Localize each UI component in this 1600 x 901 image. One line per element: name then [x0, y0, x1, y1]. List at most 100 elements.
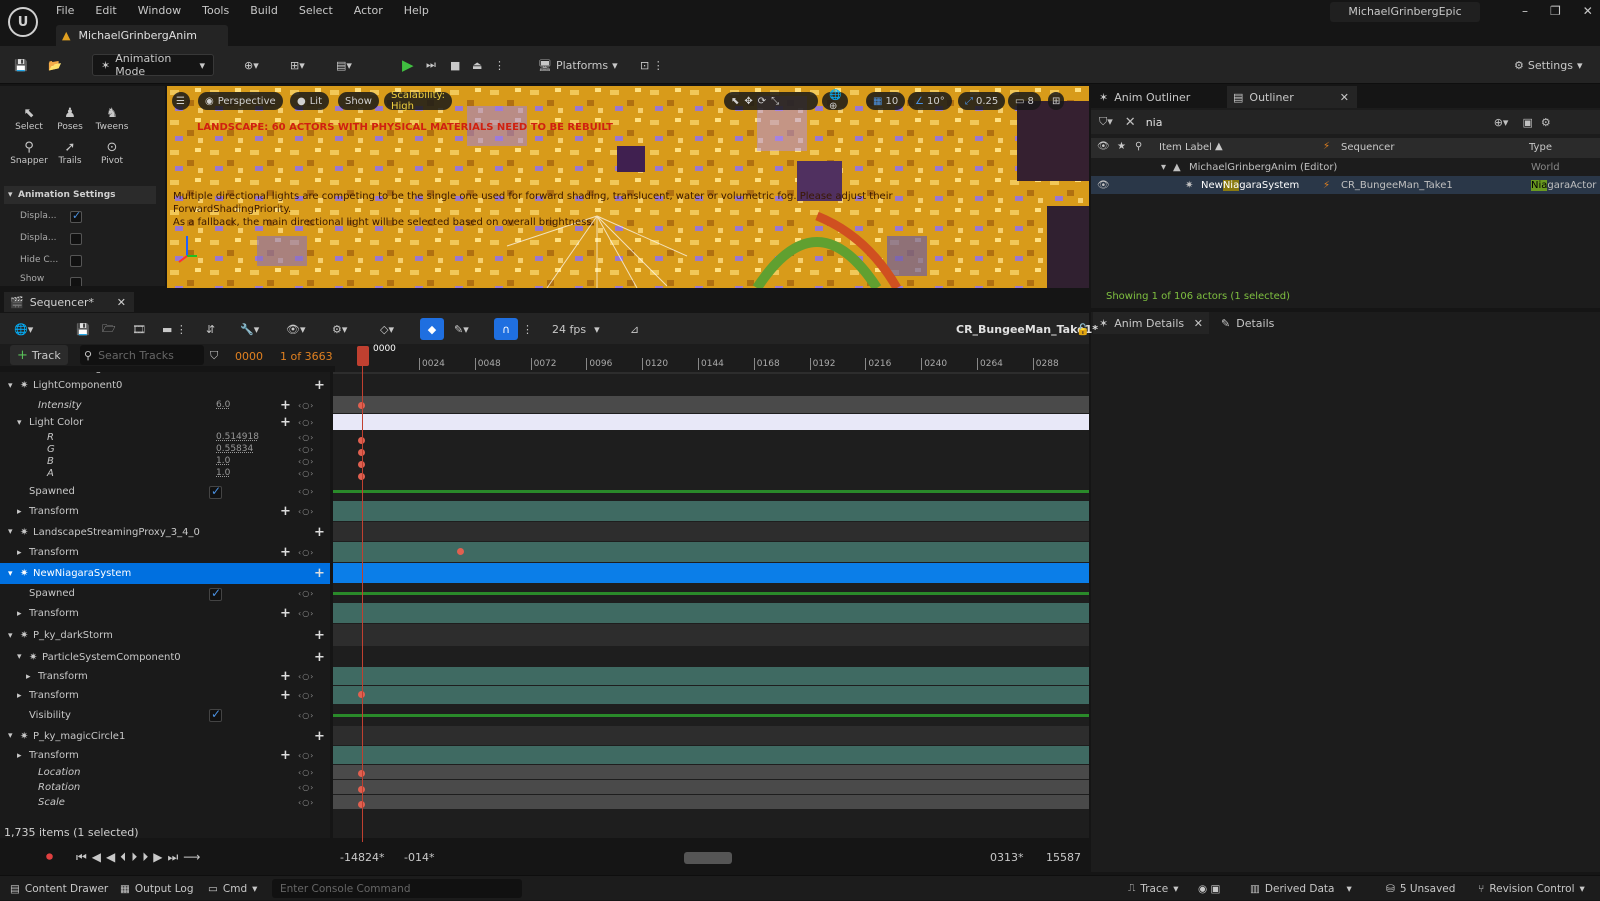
track-lane[interactable] [333, 686, 1089, 704]
timeline-scrollbar[interactable] [684, 852, 732, 864]
output-log-button[interactable]: ▦ Output Log [120, 876, 194, 901]
outliner-row[interactable]: 👁 ✷ NewNiagaraSystem ⚡ CR_BungeeMan_Take… [1091, 176, 1600, 194]
track-row[interactable]: Spawned ‹○› [0, 482, 330, 501]
eye-icon[interactable]: 👁 [1097, 180, 1110, 191]
search-tracks-input[interactable]: Search Tracks [98, 349, 174, 362]
mode-select-button[interactable]: ⬉ Select [9, 106, 49, 132]
range-start[interactable]: -14824* [340, 846, 384, 868]
chevron-right-icon[interactable]: ▸ [17, 507, 22, 517]
add-filter-icon[interactable]: ⊕▾ [1494, 116, 1509, 129]
key-nav-icon[interactable]: ‹○› [298, 548, 314, 557]
key-nav-icon[interactable]: ‹○› [298, 691, 314, 700]
track-lane[interactable] [333, 780, 1089, 794]
track-row[interactable]: ▾ ✷ LightComponent0 + [0, 375, 330, 396]
track-lane[interactable] [333, 431, 1089, 442]
menu-file[interactable]: File [56, 4, 74, 17]
track-row[interactable]: ▾ ✷ ParticleSystemComponent0 + [0, 647, 330, 667]
track-row[interactable]: ▸ Transform + ‹○› [0, 686, 330, 705]
lit-button[interactable]: ● Lit [290, 92, 330, 110]
layout-icon[interactable]: ⊞ [1048, 92, 1065, 110]
browse-icon[interactable]: 📂 [48, 54, 62, 76]
key-interp-icon[interactable]: ◇▾ [380, 318, 394, 340]
render-icon[interactable]: 🎞 [132, 318, 146, 340]
keyframe[interactable] [457, 548, 464, 555]
track-lane[interactable] [333, 667, 1089, 685]
track-row[interactable]: ▾ ✷ NewNiagaraSystem + [0, 563, 330, 584]
account-name[interactable]: MichaelGrinbergEpic [1330, 2, 1480, 22]
key-nav-icon[interactable]: ‹○› [298, 672, 314, 681]
range-end[interactable]: 15587 [1046, 846, 1081, 868]
track-checkbox[interactable] [209, 707, 222, 722]
menu-help[interactable]: Help [404, 4, 429, 17]
key-nav-icon[interactable]: ‹○› [298, 469, 314, 478]
chevron-right-icon[interactable]: ▸ [26, 672, 31, 682]
status-icons[interactable]: ◉ ▣ [1198, 876, 1220, 901]
track-lane[interactable] [333, 795, 1089, 809]
track-lane[interactable] [333, 372, 1089, 374]
track-lane[interactable] [333, 542, 1089, 562]
pin-icon[interactable]: ⚲ [1135, 141, 1142, 152]
folder-icon[interactable]: ▣ [1522, 116, 1532, 129]
add-key-icon[interactable]: + [280, 545, 291, 560]
track-value[interactable]: 1.0 [216, 456, 230, 466]
find-icon[interactable]: 🗁 [102, 318, 116, 340]
add-key-icon[interactable]: + [280, 504, 291, 519]
track-row[interactable]: ▾ ✷ P_ky_darkStorm + [0, 624, 330, 647]
range-in[interactable]: -014* [404, 846, 434, 868]
camera-icon[interactable]: ▬ ⋮ [162, 318, 187, 340]
chevron-down-icon[interactable]: ▾ [17, 652, 22, 662]
close-icon[interactable]: ✕ [1340, 91, 1349, 104]
content-drawer-button[interactable]: ▤ Content Drawer [10, 876, 108, 901]
level-viewport[interactable]: LANDSCAPE: 60 ACTORS WITH PHYSICAL MATER… [167, 86, 1089, 288]
chevron-down-icon[interactable]: ▾ [8, 381, 13, 391]
key-nav-icon[interactable]: ‹○› [298, 589, 314, 598]
cmd-dropdown[interactable]: ▭ Cmd ▾ [208, 876, 257, 901]
menu-window[interactable]: Window [138, 4, 181, 17]
auto-key-icon[interactable]: ◆ [420, 318, 444, 340]
unsaved-button[interactable]: ⛁ 5 Unsaved [1386, 876, 1455, 901]
track-lane[interactable] [333, 726, 1089, 745]
key-nav-icon[interactable]: ‹○› [298, 711, 314, 720]
fps-dropdown[interactable]: 24 fps ▾ [552, 318, 600, 340]
chevron-down-icon[interactable]: ▾ [17, 418, 22, 428]
key-nav-icon[interactable]: ‹○› [298, 507, 314, 516]
derived-data-dropdown[interactable]: ▥ Derived Data ▾ [1250, 876, 1352, 901]
track-lane[interactable] [333, 396, 1089, 413]
restore-icon[interactable]: ❐ [1550, 4, 1561, 18]
key-nav-icon[interactable]: ‹○› [298, 609, 314, 618]
camera-speed-button[interactable]: ▭ 8 [1008, 92, 1041, 110]
track-row[interactable]: Visibility ‹○› [0, 705, 330, 726]
track-row[interactable]: Intensity 6.0 + ‹○› [0, 396, 330, 414]
key-nav-icon[interactable]: ‹○› [298, 798, 314, 807]
search-input[interactable]: nia [1146, 116, 1486, 129]
track-row[interactable]: ▾ ✷ P_ky_magicCircle1 + [0, 726, 330, 746]
chevron-right-icon[interactable]: ▸ [17, 751, 22, 761]
setting-checkbox[interactable] [70, 209, 82, 223]
menu-actor[interactable]: Actor [354, 4, 383, 17]
track-lane[interactable] [333, 414, 1089, 430]
lock-icon[interactable]: 🔓 [1076, 318, 1090, 340]
add-track-icon[interactable]: + [314, 378, 325, 393]
tab-anim-outliner[interactable]: ✶ Anim Outliner [1093, 86, 1221, 108]
track-lane[interactable] [333, 522, 1089, 541]
key-nav-icon[interactable]: ‹○› [298, 751, 314, 760]
close-icon[interactable]: ✕ [117, 296, 126, 309]
menu-edit[interactable]: Edit [95, 4, 116, 17]
add-key-icon[interactable]: + [280, 398, 291, 413]
more-icon[interactable]: ⋮ [522, 318, 533, 340]
current-frame[interactable]: 0000 [235, 345, 263, 367]
tab-details[interactable]: ✎ Details [1215, 312, 1295, 334]
menu-build[interactable]: Build [250, 4, 278, 17]
track-lane[interactable] [333, 455, 1089, 466]
setting-checkbox[interactable] [70, 255, 82, 267]
track-lane[interactable] [333, 603, 1089, 623]
key-nav-icon[interactable]: ‹○› [298, 433, 314, 442]
device-icon[interactable]: ⊡ ⋮ [640, 54, 664, 76]
menu-tools[interactable]: Tools [202, 4, 229, 17]
track-checkbox[interactable] [209, 586, 222, 601]
tab-sequencer[interactable]: 🎬 Sequencer* ✕ [4, 292, 134, 312]
track-lane[interactable] [333, 624, 1089, 646]
transform-tools[interactable]: ⬉✥⟳⤡ [724, 92, 818, 110]
track-row[interactable]: ▾ Light Color + ‹○› [0, 414, 330, 431]
scalability-badge[interactable]: Scalability: High [384, 90, 453, 112]
